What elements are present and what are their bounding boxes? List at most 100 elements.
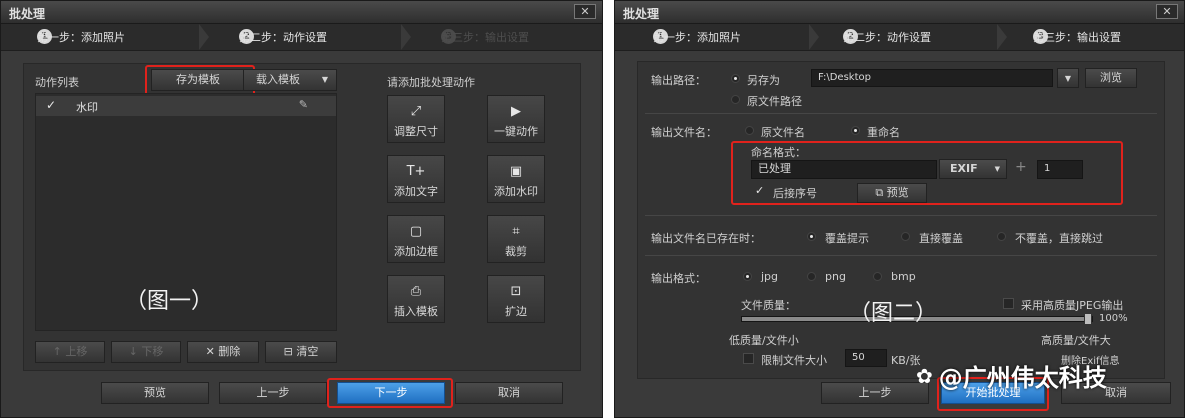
resize-label: 调整尺寸 <box>394 125 438 138</box>
text-icon: T+ <box>406 164 426 179</box>
high-quality-label: 高质量/文件大 <box>1041 334 1111 347</box>
step-bar: 1 第一步：添加照片 2 第二步：动作设置 3 第三步：输出设置 <box>1 24 602 51</box>
limit-size-input[interactable]: 50 <box>845 349 887 367</box>
delete-button[interactable]: ✕ 删除 <box>187 341 259 363</box>
paw-icon: ✿ <box>916 363 933 388</box>
step-1-label: 第一步：添加照片 <box>653 30 741 44</box>
chevron-right-icon <box>401 24 411 50</box>
add-watermark-button[interactable]: ▣ 添加水印 <box>487 155 545 203</box>
output-name-label: 输出文件名： <box>651 126 717 139</box>
divider <box>645 255 1157 256</box>
jpg-radio[interactable] <box>743 272 752 281</box>
overwrite-prompt-radio[interactable] <box>807 232 816 241</box>
bmp-radio[interactable] <box>873 272 882 281</box>
divider <box>645 215 1157 216</box>
output-path-label: 输出路径： <box>651 74 706 87</box>
check-icon[interactable]: ✓ <box>46 98 56 112</box>
resize-action-button[interactable]: ⤢ 调整尺寸 <box>387 95 445 143</box>
bmp-label: bmp <box>891 270 916 283</box>
close-icon: ✕ <box>205 345 215 358</box>
previous-step-button[interactable]: 上一步 <box>219 382 327 404</box>
resize-icon: ⤢ <box>410 104 422 119</box>
quality-label: 文件质量： <box>741 299 796 312</box>
crop-icon: ⌗ <box>512 224 520 239</box>
hq-jpeg-label: 采用高质量JPEG输出 <box>1021 299 1124 312</box>
step-3[interactable]: 3 第三步：输出设置 <box>1033 29 1121 44</box>
title-bar: 批处理 ✕ <box>615 1 1184 24</box>
path-input[interactable]: F:\Desktop <box>811 69 1053 87</box>
png-radio[interactable] <box>807 272 816 281</box>
step-3-label: 第三步：输出设置 <box>1033 30 1121 44</box>
save-as-radio[interactable] <box>731 74 740 83</box>
highlight-box <box>731 141 1123 205</box>
add-border-button[interactable]: ▢ 添加边框 <box>387 215 445 263</box>
load-template-button[interactable]: 载入模板 ▼ <box>243 69 337 91</box>
highlight-box <box>327 378 453 408</box>
delete-label: 删除 <box>218 345 241 358</box>
one-click-label: 一键动作 <box>494 125 538 138</box>
add-text-button[interactable]: T+ 添加文字 <box>387 155 445 203</box>
batch-window-step3: 批处理 ✕ 1 第一步：添加照片 2 第二步：动作设置 3 第三步：输出设置 输… <box>614 0 1185 418</box>
previous-step-button[interactable]: 上一步 <box>821 382 929 404</box>
one-click-action-button[interactable]: ▶ 一键动作 <box>487 95 545 143</box>
quality-slider-thumb[interactable] <box>1084 313 1092 325</box>
figure-caption: （图二） <box>849 301 938 326</box>
quality-value: 100% <box>1099 313 1128 324</box>
border-icon: ▢ <box>409 224 423 239</box>
move-up-button[interactable]: ↑ 上移 <box>35 341 105 363</box>
preview-button[interactable]: 预览 <box>101 382 209 404</box>
add-action-prompt: 请添加批处理动作 <box>387 76 475 89</box>
step-1[interactable]: 1 第一步：添加照片 <box>653 29 741 44</box>
chevron-right-icon <box>809 24 819 50</box>
overwrite-prompt-label: 覆盖提示 <box>825 232 869 245</box>
hq-jpeg-checkbox[interactable] <box>1003 298 1014 309</box>
cancel-button[interactable]: 取消 <box>455 382 563 404</box>
template-icon: ⎙ <box>410 284 422 299</box>
crop-button[interactable]: ⌗ 裁剪 <box>487 215 545 263</box>
extend-border-label: 扩边 <box>505 305 527 318</box>
batch-window-step2: 批处理 ✕ 1 第一步：添加照片 2 第二步：动作设置 3 第三步：输出设置 动… <box>0 0 603 418</box>
skip-radio[interactable] <box>997 232 1006 241</box>
arrow-down-icon: ↓ <box>128 345 138 358</box>
insert-template-label: 插入模板 <box>394 305 438 318</box>
title-bar: 批处理 ✕ <box>1 1 602 24</box>
png-label: png <box>825 270 846 283</box>
save-as-label: 另存为 <box>747 74 780 87</box>
low-quality-label: 低质量/文件小 <box>729 334 799 347</box>
overwrite-radio[interactable] <box>901 232 910 241</box>
original-name-radio[interactable] <box>745 126 754 135</box>
load-template-label: 载入模板 <box>256 73 300 86</box>
step-bar: 1 第一步：添加照片 2 第二步：动作设置 3 第三步：输出设置 <box>615 24 1184 51</box>
step-2-label: 第二步：动作设置 <box>239 30 327 44</box>
rename-radio[interactable] <box>851 126 860 135</box>
original-path-radio[interactable] <box>731 95 740 104</box>
clear-button[interactable]: ⊟ 清空 <box>265 341 337 363</box>
step-3[interactable]: 3 第三步：输出设置 <box>441 29 529 44</box>
insert-template-button[interactable]: ⎙ 插入模板 <box>387 275 445 323</box>
chevron-right-icon <box>199 24 209 50</box>
step-1[interactable]: 1 第一步：添加照片 <box>37 29 125 44</box>
watermark-icon: ▣ <box>509 164 523 179</box>
move-up-label: 上移 <box>65 345 88 358</box>
close-button[interactable]: ✕ <box>574 4 596 19</box>
step-2[interactable]: 2 第二步：动作设置 <box>843 29 931 44</box>
chevron-down-icon: ▼ <box>1064 74 1072 83</box>
move-down-button[interactable]: ↓ 下移 <box>111 341 181 363</box>
add-watermark-label: 添加水印 <box>494 185 538 198</box>
step-2[interactable]: 2 第二步：动作设置 <box>239 29 327 44</box>
window-title: 批处理 <box>623 7 660 21</box>
browse-button[interactable]: 浏览 <box>1085 68 1137 88</box>
limit-size-checkbox[interactable] <box>743 353 754 364</box>
chevron-down-icon: ▼ <box>321 75 328 84</box>
edit-icon[interactable]: ✎ <box>299 98 308 111</box>
skip-label: 不覆盖，直接跳过 <box>1015 232 1103 245</box>
list-item[interactable]: ✓ 水印 ✎ <box>36 96 336 116</box>
divider <box>645 113 1157 114</box>
play-icon: ▶ <box>511 104 521 119</box>
add-border-label: 添加边框 <box>394 245 438 258</box>
step-1-label: 第一步：添加照片 <box>37 30 125 44</box>
extend-border-button[interactable]: ⊡ 扩边 <box>487 275 545 323</box>
move-down-label: 下移 <box>141 345 164 358</box>
path-dropdown-button[interactable]: ▼ <box>1057 68 1079 88</box>
close-button[interactable]: ✕ <box>1156 4 1178 19</box>
